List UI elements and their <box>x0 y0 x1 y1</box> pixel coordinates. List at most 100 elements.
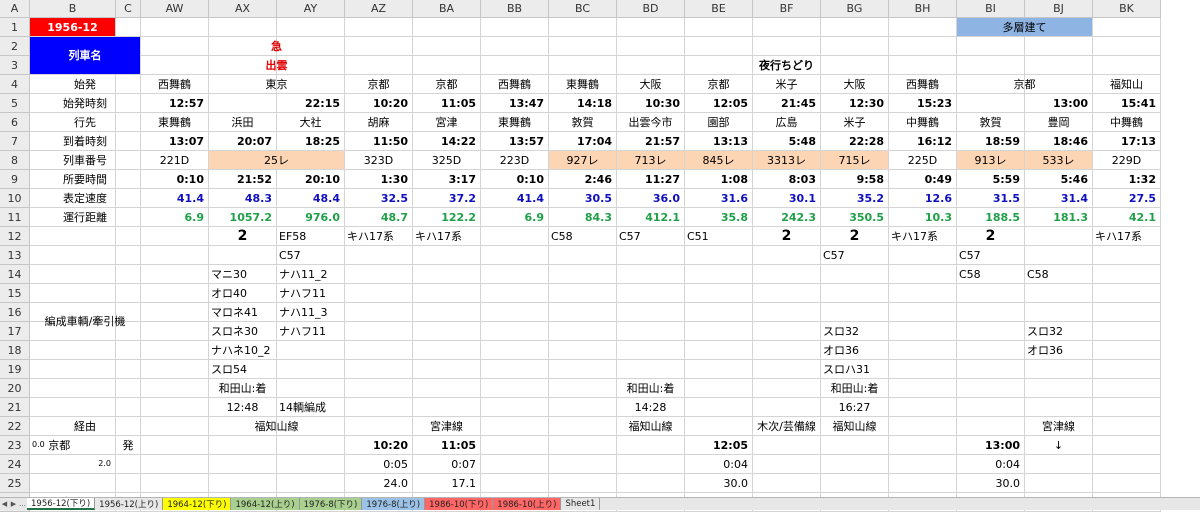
duration-cell[interactable]: 1:08 <box>685 170 753 189</box>
row-header-13[interactable]: 13 <box>0 246 30 265</box>
train-number-cell[interactable]: 325D <box>413 151 481 170</box>
cell[interactable] <box>277 341 345 360</box>
sheet-tab[interactable]: 1976-8(上り) <box>362 498 426 510</box>
cell[interactable] <box>549 303 617 322</box>
duration-cell[interactable]: 0:49 <box>889 170 957 189</box>
cell[interactable] <box>413 37 481 56</box>
row-label-distance[interactable]: 運行距離 <box>30 208 141 227</box>
cell[interactable] <box>549 417 617 436</box>
sheet-tab[interactable]: 1964-12(上り) <box>231 498 300 510</box>
distance-cell[interactable]: 35.8 <box>685 208 753 227</box>
arrival-time-cell[interactable]: 18:59 <box>957 132 1025 151</box>
row-label-destination[interactable]: 行先 <box>30 113 141 132</box>
distance-cell[interactable]: 1057.2 <box>209 208 277 227</box>
row-header-6[interactable]: 6 <box>0 113 30 132</box>
cell[interactable] <box>549 56 617 75</box>
cell[interactable] <box>413 398 481 417</box>
arrival-time-cell[interactable]: 13:07 <box>141 132 209 151</box>
cell[interactable] <box>549 474 617 493</box>
cell[interactable] <box>753 322 821 341</box>
origin-cell[interactable]: 東舞鶴 <box>549 75 617 94</box>
origin-time-cell[interactable]: 21:45 <box>753 94 821 113</box>
distance-cell[interactable]: 976.0 <box>277 208 345 227</box>
cell[interactable] <box>753 284 821 303</box>
train-number-cell[interactable]: 715レ <box>821 151 889 170</box>
distance-cell[interactable]: 181.3 <box>1025 208 1093 227</box>
arrival-time-cell[interactable]: 13:57 <box>481 132 549 151</box>
cell[interactable] <box>889 398 957 417</box>
row-header-18[interactable]: 18 <box>0 341 30 360</box>
origin-time-cell[interactable]: 15:41 <box>1093 94 1161 113</box>
cell[interactable] <box>753 474 821 493</box>
station-kyoto[interactable]: 0.0 京都 <box>30 436 116 455</box>
distance-cell[interactable]: 42.1 <box>1093 208 1161 227</box>
row-header-17[interactable]: 17 <box>0 322 30 341</box>
row-header-19[interactable]: 19 <box>0 360 30 379</box>
origin-time-cell[interactable]: 13:47 <box>481 94 549 113</box>
cell[interactable] <box>277 436 345 455</box>
distance-cell[interactable]: 412.1 <box>617 208 685 227</box>
cell[interactable] <box>1093 37 1161 56</box>
speed-interval-cell[interactable]: 24.0 <box>345 474 413 493</box>
cell[interactable] <box>141 265 209 284</box>
train-number-cell[interactable]: 229D <box>1093 151 1161 170</box>
cell[interactable] <box>481 227 549 246</box>
row-label-arrival_time[interactable]: 到着時刻 <box>30 132 141 151</box>
formation-car-cell[interactable]: スロネ30 <box>209 322 277 341</box>
cell[interactable] <box>753 455 821 474</box>
train-number-cell[interactable]: 845レ <box>685 151 753 170</box>
duration-cell[interactable]: 8:03 <box>753 170 821 189</box>
cell[interactable] <box>277 474 345 493</box>
cell[interactable] <box>549 265 617 284</box>
cell[interactable] <box>345 37 413 56</box>
row-header-3[interactable]: 3 <box>0 56 30 75</box>
formation-car-cell[interactable]: スロ32 <box>1025 322 1093 341</box>
distance-cell[interactable]: 10.3 <box>889 208 957 227</box>
origin-cell[interactable]: 福知山 <box>1093 75 1161 94</box>
row-header-24[interactable]: 24 <box>0 455 30 474</box>
cell[interactable] <box>141 56 209 75</box>
duration-cell[interactable]: 1:30 <box>345 170 413 189</box>
wadayama-note[interactable]: 和田山:着 <box>821 379 889 398</box>
sheet-tab[interactable]: 1986-10(下り) <box>425 498 494 510</box>
column-header-AX[interactable]: AX <box>209 0 277 18</box>
cell[interactable] <box>141 436 209 455</box>
cell[interactable] <box>753 436 821 455</box>
origin-time-cell[interactable]: 10:20 <box>345 94 413 113</box>
duration-cell[interactable]: 1:32 <box>1093 170 1161 189</box>
destination-cell[interactable]: 中舞鶴 <box>1093 113 1161 132</box>
cell[interactable] <box>209 18 277 37</box>
cell[interactable] <box>753 265 821 284</box>
formation-car-cell[interactable]: C57 <box>821 246 889 265</box>
destination-cell[interactable]: 園部 <box>685 113 753 132</box>
formation-car-cell[interactable]: C57 <box>957 246 1025 265</box>
formation-head-cell[interactable]: キハ17系 <box>345 227 413 246</box>
cell[interactable] <box>1093 284 1161 303</box>
duration-cell[interactable]: 21:52 <box>209 170 277 189</box>
row-label-duration[interactable]: 所要時間 <box>30 170 141 189</box>
arrival-time-cell[interactable]: 18:46 <box>1025 132 1093 151</box>
cell[interactable] <box>413 360 481 379</box>
column-header-BA[interactable]: BA <box>413 0 481 18</box>
cell[interactable] <box>617 265 685 284</box>
formation-count-note[interactable]: 14輌編成 <box>277 398 345 417</box>
train-number-cell[interactable]: 913レ <box>957 151 1025 170</box>
train-izumo[interactable]: 出雲 <box>209 56 345 75</box>
dep-time-cell[interactable]: 10:20 <box>345 436 413 455</box>
cell[interactable] <box>1025 37 1093 56</box>
cell[interactable] <box>957 398 1025 417</box>
duration-cell[interactable]: 0:10 <box>481 170 549 189</box>
train-number-cell[interactable]: 3313レ <box>753 151 821 170</box>
speed-cell[interactable]: 31.4 <box>1025 189 1093 208</box>
cell[interactable] <box>277 455 345 474</box>
speed-cell[interactable]: 31.6 <box>685 189 753 208</box>
cell[interactable] <box>889 18 957 37</box>
row-label-origin_time[interactable]: 始発時刻 <box>30 94 141 113</box>
cell[interactable] <box>685 360 753 379</box>
row-header-23[interactable]: 23 <box>0 436 30 455</box>
cell[interactable] <box>413 56 481 75</box>
cell[interactable] <box>141 417 209 436</box>
cell[interactable] <box>413 379 481 398</box>
column-header-BF[interactable]: BF <box>753 0 821 18</box>
cell[interactable] <box>1093 322 1161 341</box>
